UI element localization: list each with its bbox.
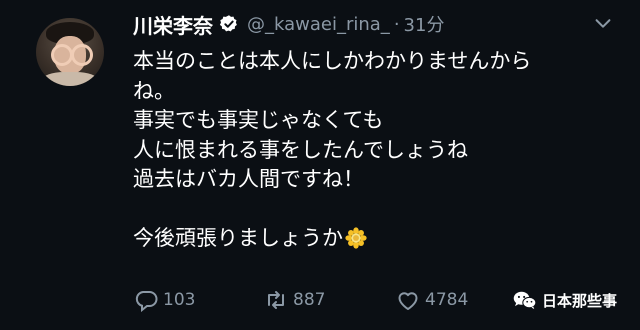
tweet-line: 人に恨まれる事をしたんでしょうね (133, 137, 468, 162)
tweet-line: 過去はバカ人間ですね！ (133, 167, 364, 191)
avatar-shirt (42, 72, 98, 86)
retweet-count: 887 (293, 290, 326, 310)
reply-icon (135, 291, 158, 312)
retweet-icon (268, 291, 284, 309)
display-name[interactable]: 川栄李奈 (133, 10, 213, 39)
wechat-icon (513, 291, 537, 310)
heart-icon (398, 292, 418, 310)
tweet-text: 本当のことは本人にしかわかりませんから ね。 事実でも事実じゃなくても 人に恨ま… (133, 47, 603, 254)
tweet-line: 本当のことは本人にしかわかりませんから (133, 49, 532, 73)
watermark-text: 日本那些事 (542, 291, 618, 310)
tweet-line-last: 今後頑張りましょうか (133, 224, 603, 254)
tweet-header: 川栄李奈 @_kawaei_rina_ · 31分 (133, 9, 444, 39)
retweet-button[interactable]: 887 (263, 288, 395, 312)
like-button[interactable]: 4784 (395, 288, 525, 312)
timestamp[interactable]: 31分 (404, 11, 445, 37)
avatar-hand-left (51, 44, 73, 66)
reply-count: 103 (163, 290, 196, 310)
verified-badge-icon (219, 15, 237, 32)
handle[interactable]: @_kawaei_rina_ (247, 14, 390, 35)
reply-button[interactable]: 103 (133, 288, 263, 312)
tweet-actions: 103 887 4784 (133, 286, 525, 314)
like-count: 4784 (425, 290, 469, 310)
separator-dot: · (393, 13, 400, 35)
tweet-line: 事実でも事実じゃなくても (133, 108, 384, 132)
avatar[interactable] (36, 18, 104, 86)
tweet-line: ね。 (133, 78, 175, 103)
chevron-down-icon[interactable] (592, 12, 614, 34)
tweet[interactable]: 川栄李奈 @_kawaei_rina_ · 31分 本当のことは本人にしかわかり… (0, 0, 640, 330)
sunflower-icon (345, 227, 367, 249)
avatar-hand-right (71, 44, 93, 66)
tweet-line: 今後頑張りましょうか (133, 226, 343, 250)
watermark: 日本那些事 (512, 289, 617, 311)
